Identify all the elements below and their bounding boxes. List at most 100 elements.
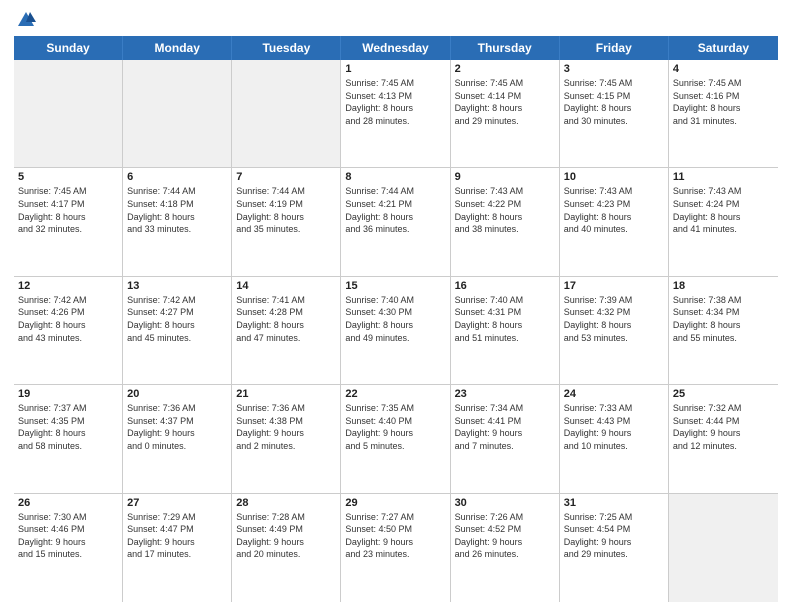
calendar-week-2: 5 Sunrise: 7:45 AMSunset: 4:17 PMDaylight… <box>14 168 778 276</box>
page-container: SundayMondayTuesdayWednesdayThursdayFrid… <box>0 0 792 612</box>
day-number: 24 <box>564 388 664 400</box>
calendar-day-22: 22 Sunrise: 7:35 AMSunset: 4:40 PMDayligh… <box>341 385 450 492</box>
calendar-day-18: 18Sunrise: 7:38 AMSunset: 4:34 PMDayligh… <box>669 277 778 384</box>
day-number: 23 <box>455 388 555 400</box>
day-info: Sunrise: 7:45 AMSunset: 4:15 PMDaylight:… <box>564 77 664 127</box>
calendar-day-27: 27Sunrise: 7:29 AMSunset: 4:47 PMDayligh… <box>123 494 232 602</box>
day-number: 19 <box>18 388 118 400</box>
calendar-day-empty <box>123 60 232 167</box>
day-number: 22 <box>345 388 445 400</box>
day-number: 30 <box>455 497 555 509</box>
day-info: Sunrise: 7:44 AMSunset: 4:21 PMDaylight:… <box>345 185 445 235</box>
calendar-day-19: 19 Sunrise: 7:37 AMSunset: 4:35 PMDayligh… <box>14 385 123 492</box>
day-number: 8 <box>345 171 445 183</box>
calendar: SundayMondayTuesdayWednesdayThursdayFrid… <box>14 36 778 602</box>
calendar-day-empty <box>669 494 778 602</box>
calendar-day-4: 4 Sunrise: 7:45 AMSunset: 4:16 PMDaylight… <box>669 60 778 167</box>
calendar-day-30: 30 Sunrise: 7:26 AMSunset: 4:52 PMDayligh… <box>451 494 560 602</box>
calendar-body: 1 Sunrise: 7:45 AMSunset: 4:13 PMDaylight… <box>14 60 778 602</box>
day-number: 3 <box>564 63 664 75</box>
calendar-day-20: 20 Sunrise: 7:36 AMSunset: 4:37 PMDayligh… <box>123 385 232 492</box>
day-number: 13 <box>127 280 227 292</box>
weekday-header-saturday: Saturday <box>669 36 778 60</box>
day-info: Sunrise: 7:30 AMSunset: 4:46 PMDaylight:… <box>18 511 118 561</box>
day-number: 27 <box>127 497 227 509</box>
calendar-day-14: 14 Sunrise: 7:41 AMSunset: 4:28 PMDayligh… <box>232 277 341 384</box>
calendar-day-2: 2 Sunrise: 7:45 AMSunset: 4:14 PMDaylight… <box>451 60 560 167</box>
day-info: Sunrise: 7:35 AMSunset: 4:40 PMDaylight:… <box>345 402 445 452</box>
calendar-day-28: 28Sunrise: 7:28 AMSunset: 4:49 PMDayligh… <box>232 494 341 602</box>
day-number: 12 <box>18 280 118 292</box>
day-info: Sunrise: 7:44 AMSunset: 4:19 PMDaylight:… <box>236 185 336 235</box>
day-number: 9 <box>455 171 555 183</box>
day-info: Sunrise: 7:41 AMSunset: 4:28 PMDaylight:… <box>236 294 336 344</box>
calendar-header: SundayMondayTuesdayWednesdayThursdayFrid… <box>14 36 778 60</box>
day-info: Sunrise: 7:42 AMSunset: 4:26 PMDaylight:… <box>18 294 118 344</box>
calendar-day-23: 23 Sunrise: 7:34 AMSunset: 4:41 PMDayligh… <box>451 385 560 492</box>
day-info: Sunrise: 7:26 AMSunset: 4:52 PMDaylight:… <box>455 511 555 561</box>
calendar-day-3: 3 Sunrise: 7:45 AMSunset: 4:15 PMDaylight… <box>560 60 669 167</box>
day-number: 29 <box>345 497 445 509</box>
day-number: 5 <box>18 171 118 183</box>
day-info: Sunrise: 7:37 AMSunset: 4:35 PMDaylight:… <box>18 402 118 452</box>
day-info: Sunrise: 7:25 AMSunset: 4:54 PMDaylight:… <box>564 511 664 561</box>
day-info: Sunrise: 7:36 AMSunset: 4:37 PMDaylight:… <box>127 402 227 452</box>
day-number: 15 <box>345 280 445 292</box>
calendar-day-16: 16Sunrise: 7:40 AMSunset: 4:31 PMDayligh… <box>451 277 560 384</box>
calendar-day-12: 12 Sunrise: 7:42 AMSunset: 4:26 PMDayligh… <box>14 277 123 384</box>
day-info: Sunrise: 7:45 AMSunset: 4:14 PMDaylight:… <box>455 77 555 127</box>
calendar-day-15: 15 Sunrise: 7:40 AMSunset: 4:30 PMDayligh… <box>341 277 450 384</box>
day-info: Sunrise: 7:40 AMSunset: 4:30 PMDaylight:… <box>345 294 445 344</box>
calendar-week-5: 26Sunrise: 7:30 AMSunset: 4:46 PMDayligh… <box>14 494 778 602</box>
calendar-day-11: 11 Sunrise: 7:43 AMSunset: 4:24 PMDayligh… <box>669 168 778 275</box>
calendar-day-31: 31Sunrise: 7:25 AMSunset: 4:54 PMDayligh… <box>560 494 669 602</box>
day-number: 6 <box>127 171 227 183</box>
day-info: Sunrise: 7:36 AMSunset: 4:38 PMDaylight:… <box>236 402 336 452</box>
day-number: 20 <box>127 388 227 400</box>
day-info: Sunrise: 7:45 AMSunset: 4:17 PMDaylight:… <box>18 185 118 235</box>
calendar-week-1: 1 Sunrise: 7:45 AMSunset: 4:13 PMDaylight… <box>14 60 778 168</box>
weekday-header-tuesday: Tuesday <box>232 36 341 60</box>
logo-icon <box>16 10 36 30</box>
calendar-week-4: 19 Sunrise: 7:37 AMSunset: 4:35 PMDayligh… <box>14 385 778 493</box>
day-number: 14 <box>236 280 336 292</box>
calendar-day-empty <box>14 60 123 167</box>
weekday-header-wednesday: Wednesday <box>341 36 450 60</box>
day-info: Sunrise: 7:43 AMSunset: 4:23 PMDaylight:… <box>564 185 664 235</box>
day-info: Sunrise: 7:27 AMSunset: 4:50 PMDaylight:… <box>345 511 445 561</box>
calendar-day-10: 10 Sunrise: 7:43 AMSunset: 4:23 PMDayligh… <box>560 168 669 275</box>
day-info: Sunrise: 7:33 AMSunset: 4:43 PMDaylight:… <box>564 402 664 452</box>
calendar-day-13: 13 Sunrise: 7:42 AMSunset: 4:27 PMDayligh… <box>123 277 232 384</box>
day-info: Sunrise: 7:38 AMSunset: 4:34 PMDaylight:… <box>673 294 774 344</box>
day-info: Sunrise: 7:45 AMSunset: 4:16 PMDaylight:… <box>673 77 774 127</box>
day-info: Sunrise: 7:43 AMSunset: 4:24 PMDaylight:… <box>673 185 774 235</box>
day-number: 28 <box>236 497 336 509</box>
day-info: Sunrise: 7:44 AMSunset: 4:18 PMDaylight:… <box>127 185 227 235</box>
day-number: 11 <box>673 171 774 183</box>
calendar-day-empty <box>232 60 341 167</box>
day-info: Sunrise: 7:32 AMSunset: 4:44 PMDaylight:… <box>673 402 774 452</box>
day-number: 7 <box>236 171 336 183</box>
calendar-day-25: 25Sunrise: 7:32 AMSunset: 4:44 PMDayligh… <box>669 385 778 492</box>
calendar-day-1: 1 Sunrise: 7:45 AMSunset: 4:13 PMDaylight… <box>341 60 450 167</box>
day-number: 10 <box>564 171 664 183</box>
calendar-day-17: 17Sunrise: 7:39 AMSunset: 4:32 PMDayligh… <box>560 277 669 384</box>
logo <box>14 10 36 30</box>
calendar-day-6: 6 Sunrise: 7:44 AMSunset: 4:18 PMDaylight… <box>123 168 232 275</box>
calendar-day-24: 24 Sunrise: 7:33 AMSunset: 4:43 PMDayligh… <box>560 385 669 492</box>
day-number: 17 <box>564 280 664 292</box>
weekday-header-thursday: Thursday <box>451 36 560 60</box>
calendar-day-5: 5 Sunrise: 7:45 AMSunset: 4:17 PMDaylight… <box>14 168 123 275</box>
day-info: Sunrise: 7:40 AMSunset: 4:31 PMDaylight:… <box>455 294 555 344</box>
day-number: 1 <box>345 63 445 75</box>
weekday-header-monday: Monday <box>123 36 232 60</box>
day-info: Sunrise: 7:45 AMSunset: 4:13 PMDaylight:… <box>345 77 445 127</box>
day-info: Sunrise: 7:42 AMSunset: 4:27 PMDaylight:… <box>127 294 227 344</box>
calendar-day-29: 29 Sunrise: 7:27 AMSunset: 4:50 PMDayligh… <box>341 494 450 602</box>
day-info: Sunrise: 7:34 AMSunset: 4:41 PMDaylight:… <box>455 402 555 452</box>
day-number: 2 <box>455 63 555 75</box>
calendar-day-9: 9 Sunrise: 7:43 AMSunset: 4:22 PMDaylight… <box>451 168 560 275</box>
day-info: Sunrise: 7:43 AMSunset: 4:22 PMDaylight:… <box>455 185 555 235</box>
day-number: 4 <box>673 63 774 75</box>
calendar-day-8: 8 Sunrise: 7:44 AMSunset: 4:21 PMDaylight… <box>341 168 450 275</box>
